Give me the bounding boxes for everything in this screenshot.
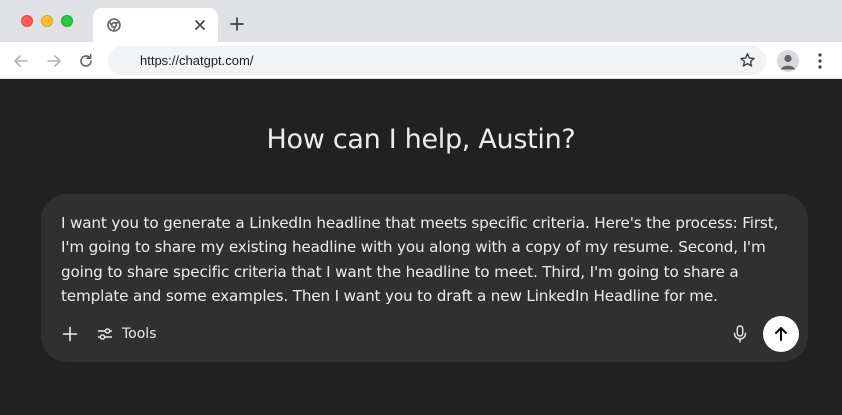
window-minimize-button[interactable] <box>41 15 53 27</box>
attach-button[interactable] <box>59 323 81 345</box>
url-text[interactable]: https://chatgpt.com/ <box>140 53 253 68</box>
tools-label: Tools <box>122 326 157 342</box>
chrome-icon <box>107 18 121 32</box>
profile-icon[interactable] <box>777 50 799 72</box>
arrow-left-icon[interactable] <box>11 51 31 71</box>
microphone-icon <box>733 325 747 343</box>
voice-input-button[interactable] <box>729 323 751 345</box>
page-heading: How can I help, Austin? <box>266 124 576 155</box>
arrow-up-icon <box>775 327 787 341</box>
sliders-icon <box>97 328 113 340</box>
arrow-right-icon[interactable] <box>44 51 64 71</box>
tools-button[interactable]: Tools <box>97 323 157 345</box>
star-icon[interactable] <box>739 52 756 69</box>
prompt-input[interactable]: I want you to generate a LinkedIn headli… <box>61 211 791 308</box>
new-tab-button[interactable] <box>228 15 246 33</box>
prompt-composer[interactable]: I want you to generate a LinkedIn headli… <box>41 194 808 362</box>
browser-tab-active[interactable] <box>93 8 218 42</box>
window-maximize-button[interactable] <box>61 15 73 27</box>
close-icon[interactable] <box>192 17 208 33</box>
browser-toolbar: https://chatgpt.com/ <box>0 42 842 79</box>
plus-icon <box>62 326 78 342</box>
browser-titlebar <box>0 0 842 42</box>
send-button[interactable] <box>763 316 799 352</box>
kebab-menu-icon[interactable] <box>812 51 828 71</box>
address-bar[interactable]: https://chatgpt.com/ <box>108 46 766 75</box>
window-close-button[interactable] <box>21 15 33 27</box>
reload-icon[interactable] <box>76 51 96 71</box>
